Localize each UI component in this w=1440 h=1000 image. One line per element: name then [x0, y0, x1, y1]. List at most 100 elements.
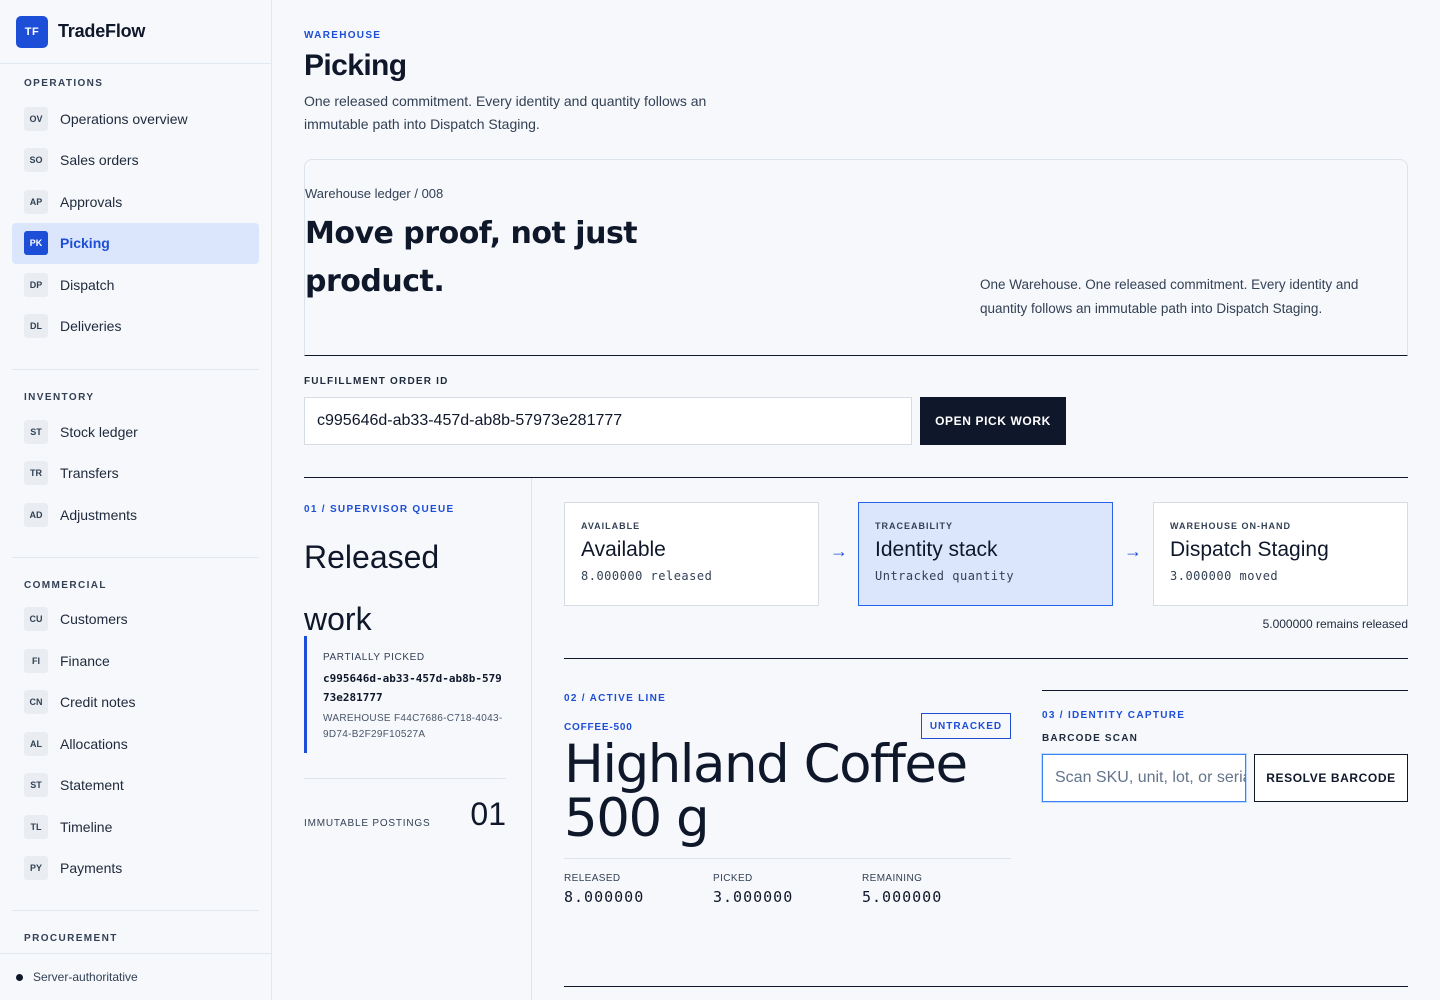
sidebar-item-timeline[interactable]: TL Timeline	[12, 806, 259, 848]
page-description: One released commitment. Every identity …	[304, 93, 707, 132]
flow-step-title: Identity stack	[875, 538, 998, 561]
sku-code: COFFEE-500	[564, 722, 633, 733]
sidebar-item-picking[interactable]: PK Picking	[12, 222, 259, 264]
sidebar-item-label: Sales orders	[60, 152, 139, 169]
sidebar-item-label: Timeline	[60, 818, 113, 835]
queue-kicker: 01 / SUPERVISOR QUEUE	[304, 504, 455, 515]
sidebar-item-allocations[interactable]: AL Allocations	[12, 723, 259, 765]
nav-code-icon: DP	[24, 272, 48, 297]
postings-count: 01	[470, 796, 506, 832]
flow-step-sub: 8.000000 released	[581, 569, 713, 583]
flow-step-kicker: TRACEABILITY	[875, 521, 953, 531]
nav-code-icon: PY	[24, 856, 48, 881]
nav-code-icon: ST	[24, 773, 48, 798]
fulfillment-order-input[interactable]	[304, 397, 912, 445]
nav-section-operations: OPERATIONS OV Operations overview SO Sales o…	[0, 64, 271, 369]
hero-label: Warehouse ledger / 008	[305, 186, 444, 201]
nav-code-icon: DL	[24, 314, 48, 339]
sidebar-item-approvals[interactable]: AP Approvals	[12, 181, 259, 223]
metric-value: 3.000000	[713, 888, 794, 906]
flow-step-title: Available	[581, 538, 666, 561]
sidebar-item-credit-notes[interactable]: CN Credit notes	[12, 682, 259, 724]
metric-label: REMAINING	[862, 873, 923, 884]
metric-remaining: REMAINING 5.000000	[862, 873, 1002, 906]
nav-code-icon: CU	[24, 607, 48, 632]
flow-step-dispatch-staging: WAREHOUSE ON-HAND Dispatch Staging 3.000…	[1153, 502, 1408, 606]
metric-label: PICKED	[713, 873, 753, 884]
arrow-right-icon: →	[830, 541, 848, 561]
nav-section-title: COMMERCIAL	[24, 579, 107, 591]
metric-picked: PICKED 3.000000	[713, 873, 853, 906]
sidebar-item-adjustments[interactable]: AD Adjustments	[12, 494, 259, 536]
sidebar-item-operations-overview[interactable]: OV Operations overview	[12, 98, 259, 140]
sidebar-item-sales-orders[interactable]: SO Sales orders	[12, 140, 259, 182]
brand[interactable]: TF TradeFlow	[0, 0, 271, 64]
sidebar-item-label: Transfers	[60, 465, 119, 482]
sidebar-item-label: Finance	[60, 652, 110, 669]
nav-section-procurement: PROCUREMENT	[12, 910, 259, 952]
nav-code-icon: ST	[24, 419, 48, 444]
sidebar-item-label: Stock ledger	[60, 423, 138, 440]
nav-code-icon: CN	[24, 690, 48, 715]
hero-title: Move proof, not just product.	[305, 216, 638, 299]
nav-code-icon: PK	[24, 231, 48, 256]
flow-step-title: Dispatch Staging	[1170, 538, 1329, 561]
divider	[564, 986, 1408, 987]
nav-section-inventory: INVENTORY ST Stock ledger TR Transfers AD Adju…	[12, 369, 259, 557]
hero-description: One Warehouse. One released commitment. …	[980, 277, 1359, 316]
brand-logo: TF	[16, 15, 48, 48]
metric-value: 5.000000	[862, 888, 943, 906]
sidebar-item-deliveries[interactable]: DL Deliveries	[12, 306, 259, 348]
sidebar-item-label: Dispatch	[60, 276, 115, 293]
divider	[564, 858, 1011, 859]
server-status-label: Server-authoritative	[33, 970, 138, 984]
nav-code-icon: AL	[24, 731, 48, 756]
page-kicker: WAREHOUSE	[304, 30, 382, 41]
nav-section-title: OPERATIONS	[24, 78, 104, 89]
sidebar-item-label: Credit notes	[60, 694, 136, 711]
nav-section-title: INVENTORY	[24, 392, 95, 403]
open-pick-work-button[interactable]: OPEN PICK WORK	[920, 397, 1066, 445]
flow-step-identity-stack: TRACEABILITY Identity stack Untracked qu…	[858, 502, 1113, 606]
barcode-scan-input[interactable]	[1042, 754, 1246, 802]
sidebar-item-label: Payments	[60, 860, 123, 877]
divider	[304, 477, 1408, 478]
flow-step-sub: 3.000000 moved	[1170, 569, 1279, 583]
sidebar-item-label: Approvals	[60, 193, 123, 210]
arrow-right-icon: →	[1124, 541, 1142, 561]
sidebar-nav: OPERATIONS OV Operations overview SO Sales o…	[0, 64, 271, 953]
page-title: Picking	[304, 49, 407, 82]
brand-name: TradeFlow	[58, 21, 146, 41]
nav-code-icon: SO	[24, 148, 48, 173]
flow-step-sub: Untracked quantity	[875, 569, 1015, 583]
sidebar-item-label: Adjustments	[60, 506, 138, 523]
sidebar-item-stock-ledger[interactable]: ST Stock ledger	[12, 411, 259, 453]
nav-code-icon: FI	[24, 648, 48, 673]
product-title: Highland Coffee 500 g	[564, 734, 968, 849]
column-divider	[531, 478, 532, 1000]
sidebar-item-payments[interactable]: PY Payments	[12, 848, 259, 890]
divider	[564, 658, 1408, 659]
sidebar-item-label: Statement	[60, 777, 124, 794]
work-status: PARTIALLY PICKED	[323, 652, 425, 663]
sidebar: TF TradeFlow OPERATIONS OV Operations over…	[0, 0, 272, 1000]
remaining-note: 5.000000 remains released	[1262, 617, 1408, 631]
queue-work-card[interactable]: PARTIALLY PICKED c995646d-ab33-457d-ab8b…	[304, 636, 506, 753]
active-line-kicker: 02 / ACTIVE LINE	[564, 693, 667, 704]
fulfillment-order-label: FULFILLMENT ORDER ID	[304, 376, 449, 387]
divider	[1042, 690, 1408, 691]
sidebar-item-statement[interactable]: ST Statement	[12, 765, 259, 807]
barcode-scan-label: BARCODE SCAN	[1042, 733, 1139, 744]
metric-label: RELEASED	[564, 873, 621, 884]
flow-step-kicker: AVAILABLE	[581, 521, 641, 531]
sidebar-item-dispatch[interactable]: DP Dispatch	[12, 264, 259, 306]
sidebar-item-finance[interactable]: FI Finance	[12, 640, 259, 682]
divider	[304, 778, 506, 779]
sidebar-item-customers[interactable]: CU Customers	[12, 599, 259, 641]
nav-section-commercial: COMMERCIAL CU Customers FI Finance CN Credit n…	[12, 556, 259, 911]
resolve-barcode-button[interactable]: RESOLVE BARCODE	[1254, 754, 1408, 802]
sidebar-item-transfers[interactable]: TR Transfers	[12, 453, 259, 495]
nav-code-icon: AP	[24, 189, 48, 214]
